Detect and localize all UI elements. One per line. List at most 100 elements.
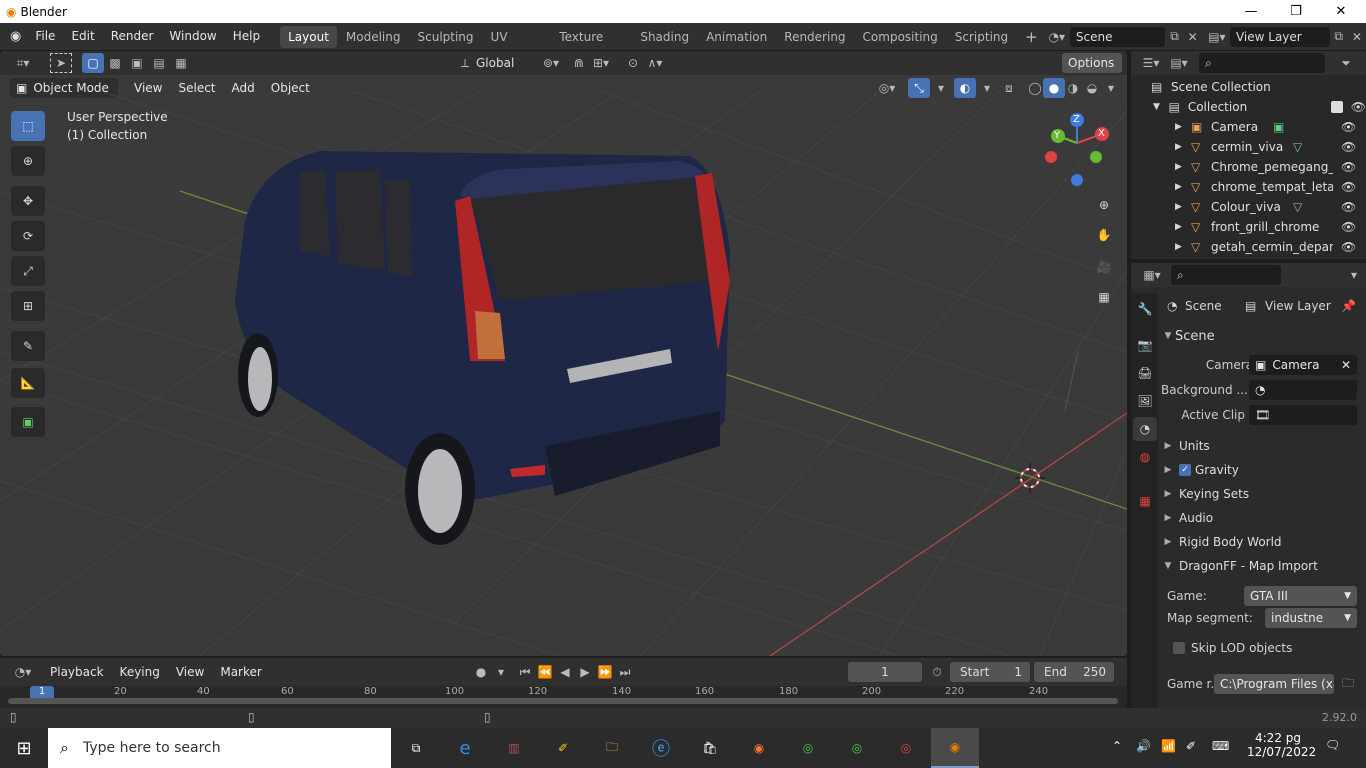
start-frame-field[interactable]: Start 1 bbox=[950, 662, 1030, 682]
tab-shading[interactable]: Shading bbox=[632, 26, 697, 48]
outliner-item-mesh[interactable]: ▶ ▽ getah_cermin_depan 👁 bbox=[1131, 237, 1366, 257]
render-tab[interactable]: 📷 bbox=[1133, 333, 1157, 357]
internet-explorer-app[interactable]: ⓔ bbox=[637, 728, 685, 768]
outliner-item-mesh[interactable]: ▶ ▽ cermin_viva ▽ 👁 bbox=[1131, 137, 1366, 157]
maximize-button[interactable]: ❐ bbox=[1273, 0, 1319, 23]
play-icon[interactable]: ▶ bbox=[574, 662, 596, 682]
remove-view-layer-icon[interactable]: ✕ bbox=[1348, 27, 1366, 47]
game-dropdown[interactable]: GTA III ▼ bbox=[1244, 586, 1357, 606]
outliner-search-input[interactable]: ⌕ bbox=[1199, 53, 1325, 73]
pen-tray-icon[interactable]: ✐ bbox=[1186, 739, 1196, 753]
eye-icon[interactable]: 👁 bbox=[1341, 160, 1356, 174]
scene-tab[interactable]: ◔ bbox=[1133, 417, 1157, 441]
navigation-gizmo[interactable] bbox=[1040, 111, 1125, 191]
current-frame-field[interactable]: 1 bbox=[848, 662, 922, 682]
gravity-checkbox[interactable]: ✓ bbox=[1179, 464, 1191, 476]
clear-icon[interactable]: ✕ bbox=[1341, 358, 1351, 372]
view-layer-name-field[interactable]: View Layer bbox=[1229, 26, 1330, 47]
outliner-item-mesh[interactable]: ▶ ▽ chrome_tempat_leta 👁 bbox=[1131, 177, 1366, 197]
rigid-body-panel-header[interactable]: ▶ Rigid Body World bbox=[1161, 530, 1363, 554]
pen-app[interactable]: ✐ bbox=[539, 728, 587, 768]
keying-sets-panel-header[interactable]: ▶ Keying Sets bbox=[1161, 482, 1363, 506]
scene-panel-header[interactable]: ▼ Scene bbox=[1161, 324, 1363, 348]
eye-icon[interactable]: 👁 bbox=[1341, 200, 1356, 214]
tab-animation[interactable]: Animation bbox=[698, 26, 775, 48]
output-tab[interactable]: 🖨 bbox=[1133, 361, 1157, 385]
wifi-icon[interactable]: 📶 bbox=[1161, 739, 1176, 753]
timeline-menu-keying[interactable]: Keying bbox=[112, 659, 168, 686]
camera-view-button[interactable]: 🎥 bbox=[1091, 254, 1117, 280]
car-model[interactable] bbox=[235, 151, 730, 545]
skip-lod-checkbox-row[interactable]: Skip LOD objects bbox=[1173, 641, 1292, 655]
taskbar-search-box[interactable]: ⌕ Type here to search bbox=[48, 728, 391, 768]
outliner-collection[interactable]: ▼ ▤ Collection 👁 bbox=[1131, 97, 1366, 117]
rotate-tool[interactable]: ⟳ bbox=[11, 221, 45, 251]
menu-edit[interactable]: Edit bbox=[63, 23, 102, 50]
winrar-app[interactable]: ▥ bbox=[490, 728, 538, 768]
tab-uv-editing[interactable]: UV Editing bbox=[483, 26, 551, 66]
timeline-ruler[interactable]: 1 20 40 60 80 100 120 140 160 180 200 22… bbox=[0, 686, 1127, 708]
eye-icon[interactable]: 👁 bbox=[1341, 240, 1356, 254]
menu-window[interactable]: Window bbox=[161, 23, 224, 50]
timeline-menu-view[interactable]: View bbox=[168, 659, 212, 686]
properties-options-icon[interactable]: ▾ bbox=[1343, 265, 1365, 285]
timeline-menu-playback[interactable]: Playback bbox=[42, 659, 112, 686]
show-hidden-icons[interactable]: ⌃ bbox=[1112, 739, 1122, 753]
folder-icon[interactable]: 🗀 bbox=[1337, 674, 1359, 694]
view-layer-tab[interactable]: 🖼 bbox=[1133, 389, 1157, 413]
play-reverse-icon[interactable]: ◀ bbox=[554, 662, 576, 682]
edge-app[interactable]: e bbox=[441, 728, 489, 768]
menu-file[interactable]: File bbox=[27, 23, 63, 50]
scale-tool[interactable]: ⤢ bbox=[11, 256, 45, 286]
pan-button[interactable]: ✋ bbox=[1091, 222, 1117, 248]
end-frame-field[interactable]: End 250 bbox=[1034, 662, 1114, 682]
next-keyframe-icon[interactable]: ⏩ bbox=[594, 662, 616, 682]
tab-modeling[interactable]: Modeling bbox=[338, 26, 409, 48]
add-workspace-icon[interactable]: + bbox=[1025, 28, 1038, 46]
outliner-item-mesh[interactable]: ▶ ▽ Colour_viva ▽ 👁 bbox=[1131, 197, 1366, 217]
3d-viewport[interactable]: ⌗▾ ➤ ▢ ▩ ▣ ▤ ▦ ⟂ Global ⊚▾ ⋒ ⊞▾ ⊙ ∧▾ Opt… bbox=[0, 51, 1127, 656]
display-mode-icon[interactable]: ▤▾ bbox=[1165, 53, 1193, 73]
volume-icon[interactable]: 🔊 bbox=[1136, 739, 1151, 753]
eye-icon[interactable]: 👁 bbox=[1341, 180, 1356, 194]
timeline-scrollbar[interactable] bbox=[8, 698, 1118, 704]
eye-icon[interactable]: 👁 bbox=[1341, 220, 1356, 234]
close-button[interactable]: ✕ bbox=[1318, 0, 1364, 23]
audio-panel-header[interactable]: ▶ Audio bbox=[1161, 506, 1363, 530]
prev-keyframe-icon[interactable]: ⏪ bbox=[534, 662, 556, 682]
properties-search-input[interactable]: ⌕ bbox=[1171, 265, 1281, 285]
clock[interactable]: 4:22 pg 12/07/2022 bbox=[1247, 731, 1316, 759]
blender-menu-icon[interactable]: ◉ bbox=[10, 29, 21, 44]
timeline-menu-marker[interactable]: Marker bbox=[212, 659, 269, 686]
eye-icon[interactable]: 👁 bbox=[1341, 120, 1356, 134]
background-field[interactable]: ◔ bbox=[1249, 380, 1357, 400]
chrome-app[interactable]: ◎ bbox=[784, 728, 832, 768]
tool-tab[interactable]: 🔧 bbox=[1133, 297, 1157, 321]
view-layer-selector-icon[interactable]: ▤▾ bbox=[1208, 27, 1226, 47]
eye-icon[interactable]: 👁 bbox=[1341, 140, 1356, 154]
tab-layout[interactable]: Layout bbox=[280, 25, 337, 48]
select-box-tool[interactable]: ⬚ bbox=[11, 111, 45, 141]
menu-help[interactable]: Help bbox=[225, 23, 268, 50]
scene-name-field[interactable]: Scene bbox=[1069, 26, 1166, 47]
keying-dropdown-icon[interactable]: ▾ bbox=[490, 662, 512, 682]
outliner-scene-collection[interactable]: ▤ Scene Collection bbox=[1131, 77, 1366, 97]
new-scene-icon[interactable]: ⧉ bbox=[1165, 27, 1183, 47]
measure-tool[interactable]: 📐 bbox=[11, 368, 45, 398]
jump-end-icon[interactable]: ⏭ bbox=[614, 662, 636, 682]
ortho-toggle-button[interactable]: ▦ bbox=[1091, 284, 1117, 310]
texture-tab[interactable]: ▦ bbox=[1133, 489, 1157, 513]
cursor-tool[interactable]: ⊕ bbox=[11, 146, 45, 176]
chrome-profile-app[interactable]: ◎ bbox=[833, 728, 881, 768]
active-clip-field[interactable]: 🎞 bbox=[1249, 405, 1357, 425]
move-tool[interactable]: ✥ bbox=[11, 186, 45, 216]
new-view-layer-icon[interactable]: ⧉ bbox=[1330, 27, 1348, 47]
menu-render[interactable]: Render bbox=[103, 23, 162, 50]
filter-icon[interactable]: ⏷ bbox=[1335, 53, 1357, 73]
annotate-tool[interactable]: ✎ bbox=[11, 331, 45, 361]
outliner-item-camera[interactable]: ▶ ▣ Camera ▣ 👁 bbox=[1131, 117, 1366, 137]
jump-start-icon[interactable]: ⏮ bbox=[514, 662, 536, 682]
gravity-panel-header[interactable]: ▶ ✓ Gravity bbox=[1161, 458, 1363, 482]
timeline-editor-type-icon[interactable]: ◔▾ bbox=[8, 662, 38, 682]
outliner-item-mesh[interactable]: ▶ ▽ front_grill_chrome 👁 bbox=[1131, 217, 1366, 237]
